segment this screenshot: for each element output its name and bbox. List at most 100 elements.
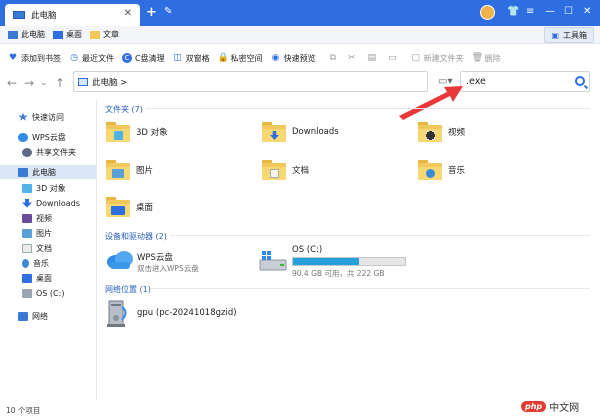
action-label: 最近文件 <box>82 53 114 63</box>
computer-icon <box>18 167 28 177</box>
avatar[interactable] <box>480 5 495 20</box>
folder-videos[interactable]: 视频 <box>418 122 465 142</box>
title-bar: 此电脑 ✕ + ✎ 👕 ≡ — ☐ ✕ <box>0 0 600 26</box>
sidebar-item-documents[interactable]: 文档 <box>0 241 96 255</box>
sidebar-item-shared-folder[interactable]: 共享文件夹 <box>0 145 96 159</box>
os-c-drive[interactable]: OS (C:) 90.4 GB 可用，共 222 GB <box>258 245 418 278</box>
network-item-gpu[interactable]: gpu (pc-20241018gzid) <box>106 298 237 328</box>
wps-cloud-drive[interactable]: WPS云盘 双击进入WPS云盘 <box>106 248 256 276</box>
bookmark-this-pc[interactable]: 此电脑 <box>0 26 45 44</box>
folder-3d-objects[interactable]: 3D 对象 <box>106 122 168 142</box>
monitor-icon <box>8 30 18 39</box>
sidebar-item-desktop[interactable]: 桌面 <box>0 271 96 285</box>
bookmark-label: 此电脑 <box>21 30 45 39</box>
sidebar-item-pictures[interactable]: 图片 <box>0 226 96 240</box>
sidebar-item-videos[interactable]: 视频 <box>0 211 96 225</box>
watermark-php: php <box>521 400 547 412</box>
forward-button[interactable]: → <box>24 76 34 90</box>
action-label: 添加到书签 <box>21 53 61 63</box>
download-icon <box>22 198 32 208</box>
search-icon[interactable] <box>575 76 585 86</box>
sidebar-item-label: OS (C:) <box>36 288 65 298</box>
pin-icon[interactable]: ✎ <box>164 6 172 17</box>
recent-files-button[interactable]: ◷ 最近文件 <box>69 49 114 67</box>
wps-cloud-subtitle: 双击进入WPS云盘 <box>137 264 199 273</box>
folder-label: Downloads <box>292 127 339 137</box>
private-space-button[interactable]: 🔒 私密空间 <box>218 49 263 67</box>
skin-icon[interactable]: 👕 <box>507 6 519 17</box>
action-label: 删除 <box>484 53 501 63</box>
tab-this-pc[interactable]: 此电脑 ✕ <box>5 4 140 26</box>
close-icon[interactable]: ✕ <box>124 8 132 19</box>
paste-icon[interactable]: ▤ <box>368 53 377 63</box>
network-item-label: gpu (pc-20241018gzid) <box>137 308 237 318</box>
desktop-icon <box>22 273 32 283</box>
wps-cloud-icon <box>107 251 133 269</box>
monitor-icon <box>78 77 88 86</box>
back-button[interactable]: ← <box>7 76 17 90</box>
history-dropdown-icon[interactable]: ⌄ <box>40 78 48 88</box>
folder-label: 图片 <box>136 166 154 176</box>
video-icon <box>418 122 442 142</box>
sidebar-item-downloads[interactable]: Downloads <box>0 196 96 210</box>
3d-objects-icon <box>22 183 32 193</box>
bookmark-articles[interactable]: 文章 <box>82 26 119 44</box>
copy-icon[interactable]: ⧉ <box>330 53 336 63</box>
quick-preview-button[interactable]: ◉ 快速预览 <box>271 49 316 67</box>
c-drive-clean-button[interactable]: c C盘清理 <box>122 49 165 67</box>
sidebar-item-os-c[interactable]: OS (C:) <box>0 286 96 300</box>
menu-icon[interactable]: ≡ <box>526 6 534 17</box>
new-tab-icon[interactable]: + <box>146 5 157 20</box>
address-bar[interactable]: 此电脑 > <box>73 71 428 92</box>
close-window-icon[interactable]: ✕ <box>583 6 591 17</box>
sidebar-item-label: Downloads <box>36 198 80 208</box>
folders-section-header[interactable]: 文件夹 (7) <box>105 104 143 115</box>
folder-pictures[interactable]: 图片 <box>106 160 153 180</box>
sidebar-item-network[interactable]: 网络 <box>0 309 96 323</box>
sidebar-item-quick-access[interactable]: 快速访问 <box>0 110 96 124</box>
maximize-icon[interactable]: ☐ <box>564 6 573 17</box>
delete-button[interactable]: 🗑 删除 <box>472 49 501 67</box>
network-section-header[interactable]: 网络位置 (1) <box>105 284 151 295</box>
shared-folder-icon <box>22 147 32 157</box>
rename-icon[interactable]: ▭ <box>388 53 397 63</box>
sidebar-item-label: 3D 对象 <box>36 183 66 193</box>
php-watermark-logo: php 中文网 <box>521 397 595 415</box>
folder-documents[interactable]: 文档 <box>262 160 309 180</box>
sidebar-item-label: 快速访问 <box>32 112 64 122</box>
sidebar-item-music[interactable]: 音乐 <box>0 256 96 270</box>
new-folder-button[interactable]: ▢ 新建文件夹 <box>411 49 464 67</box>
folder-label: 视频 <box>448 128 466 138</box>
drive-space-text: 90.4 GB 可用，共 222 GB <box>292 269 385 278</box>
action-label: 新建文件夹 <box>423 53 464 63</box>
picture-icon <box>106 160 130 180</box>
folder-downloads[interactable]: Downloads <box>262 122 339 142</box>
bookmark-icon: ♥ <box>8 53 18 63</box>
minimize-icon[interactable]: — <box>545 6 555 17</box>
sidebar-item-3d-objects[interactable]: 3D 对象 <box>0 181 96 195</box>
bookmark-desktop[interactable]: 桌面 <box>45 26 82 44</box>
cut-icon[interactable]: ✂ <box>348 53 356 63</box>
desktop-icon <box>106 197 130 217</box>
up-button[interactable]: ↑ <box>55 76 65 90</box>
sidebar-item-label: 视频 <box>36 213 52 223</box>
search-input[interactable]: .exe <box>460 71 590 92</box>
add-bookmark-button[interactable]: ♥ 添加到书签 <box>8 49 61 67</box>
folder-music[interactable]: 音乐 <box>418 160 465 180</box>
toolbox-icon: ▣ <box>551 30 559 40</box>
bookmark-label: 桌面 <box>66 30 82 39</box>
sidebar-item-label: WPS云盘 <box>32 132 66 142</box>
sidebar-item-this-pc[interactable]: 此电脑 <box>0 165 96 179</box>
split-pane-button[interactable]: ◫ 双窗格 <box>173 49 209 67</box>
download-icon <box>262 122 286 142</box>
sidebar: 快速访问 WPS云盘 共享文件夹 此电脑 3D 对象 Downloads 视频 … <box>0 100 97 400</box>
devices-section-header[interactable]: 设备和驱动器 (2) <box>105 231 167 242</box>
folder-desktop[interactable]: 桌面 <box>106 197 153 217</box>
delete-icon: 🗑 <box>471 53 484 63</box>
toolbox-button[interactable]: ▣ 工具箱 <box>544 27 594 43</box>
eye-icon: ◉ <box>271 53 280 63</box>
music-icon <box>418 160 442 180</box>
section-divider <box>170 235 590 236</box>
sidebar-item-label: 共享文件夹 <box>36 147 76 157</box>
sidebar-item-wps-cloud[interactable]: WPS云盘 <box>0 130 96 144</box>
